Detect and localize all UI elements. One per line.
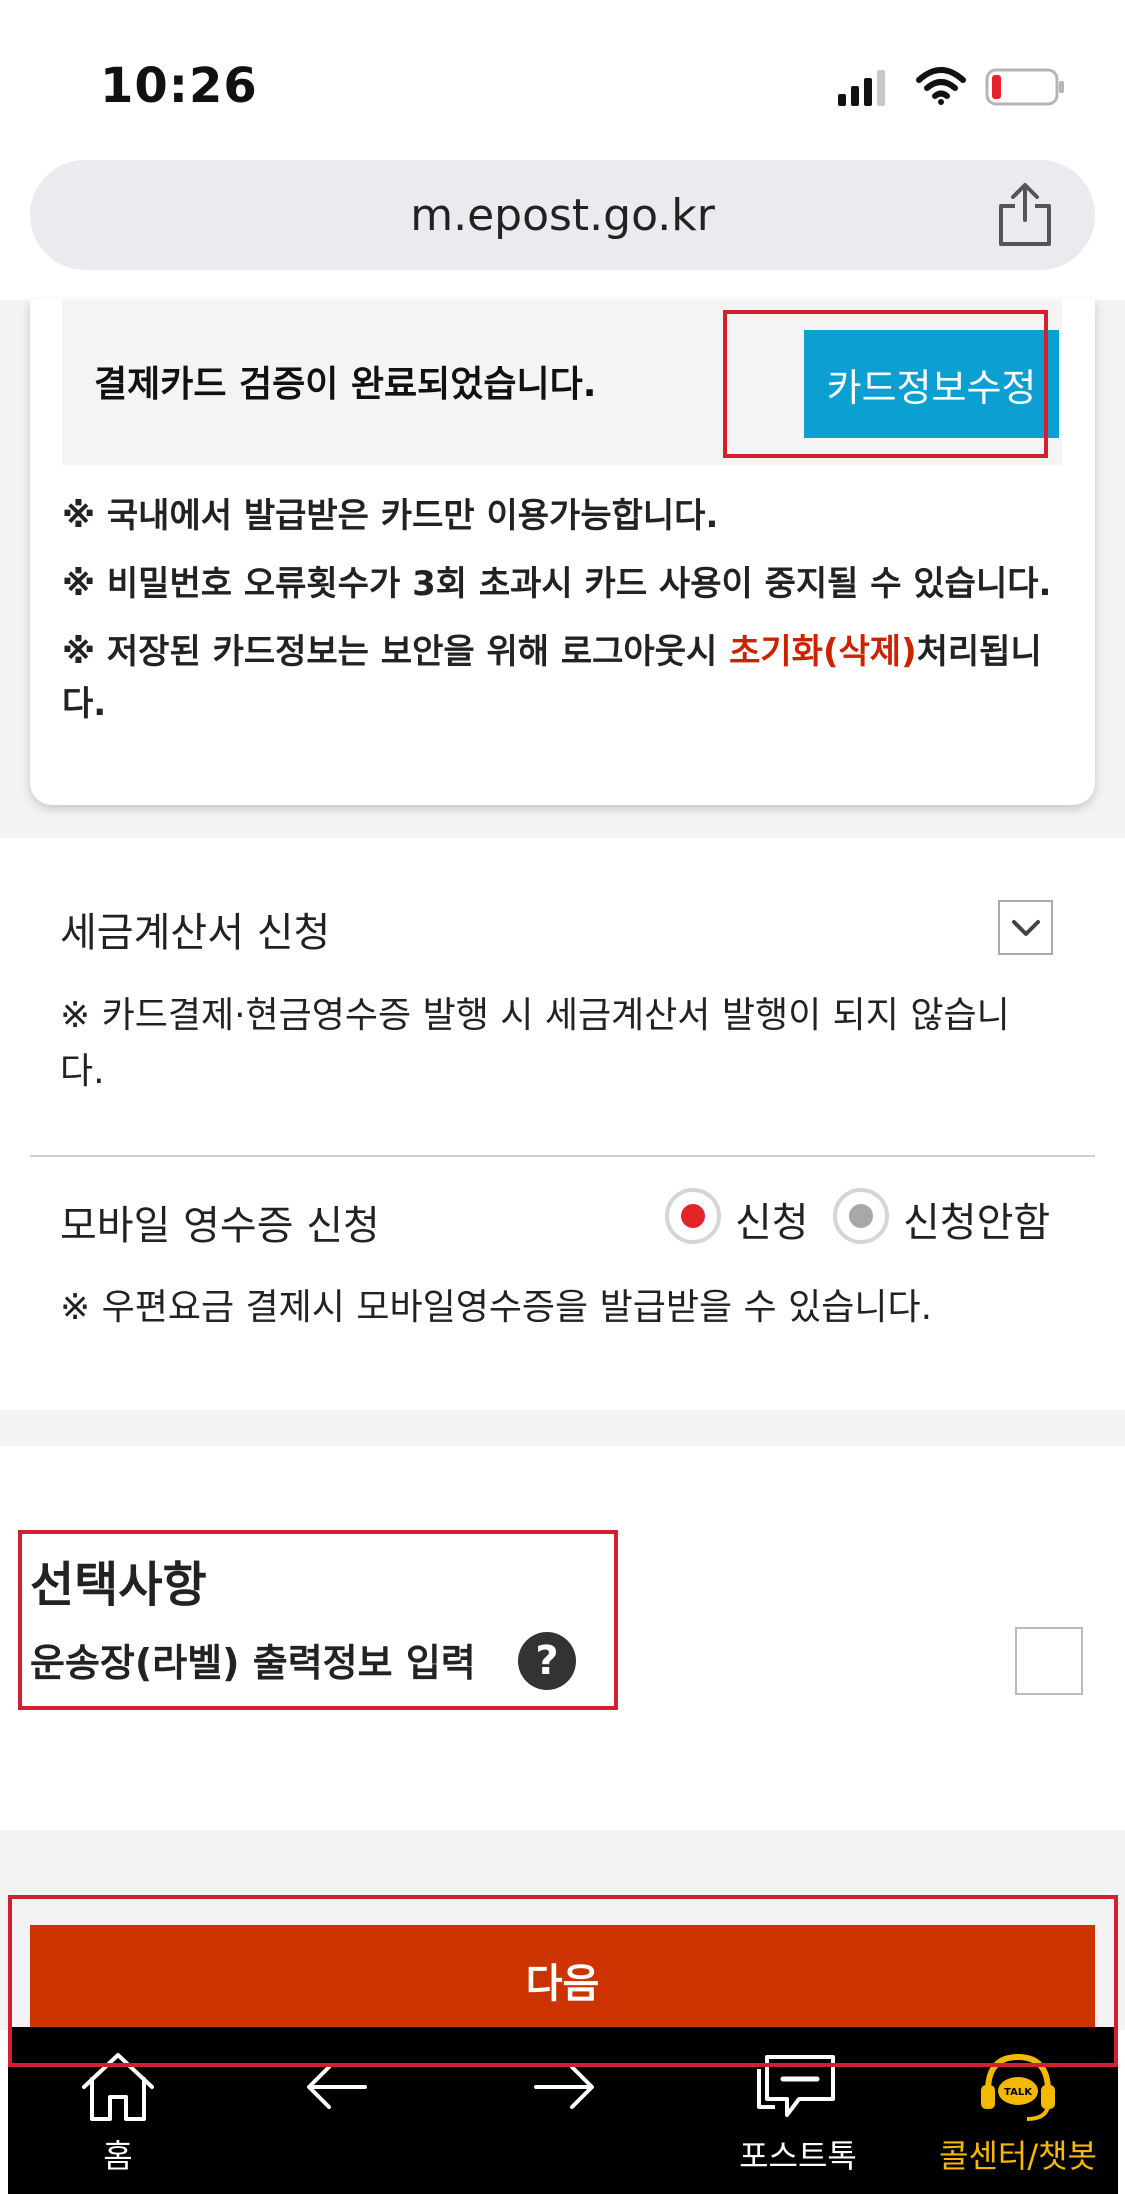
card-notes: ※ 국내에서 발급받은 카드만 이용가능합니다. ※ 비밀번호 오류횟수가 3회…	[62, 490, 1062, 746]
verification-message: 결제카드 검증이 완료되었습니다.	[94, 364, 597, 405]
label-info-checkbox[interactable]	[1015, 1627, 1083, 1695]
divider	[30, 1155, 1095, 1157]
tax-invoice-note: ※ 카드결제·현금영수증 발행 시 세금계산서 발행이 되지 않습니다.	[60, 995, 1010, 1092]
wifi-icon	[916, 67, 966, 105]
chevron-down-icon	[1011, 919, 1040, 936]
tax-invoice-title: 세금계산서 신청	[60, 910, 331, 956]
section-separator	[0, 1410, 1125, 1446]
radio-apply-label[interactable]: 신청	[735, 1190, 809, 1248]
radio-decline-label[interactable]: 신청안함	[903, 1190, 1050, 1248]
status-bar: 10:26	[0, 0, 1125, 150]
card-note-password: ※ 비밀번호 오류횟수가 3회 초과시 카드 사용이 중지될 수 있습니다.	[62, 564, 1052, 604]
mobile-receipt-title: 모바일 영수증 신청	[60, 1203, 380, 1249]
tax-invoice-dropdown[interactable]	[998, 900, 1053, 955]
address-bar[interactable]: m.epost.go.kr	[30, 160, 1095, 270]
nav-callcenter-label: 콜센터/챗봇	[939, 2137, 1097, 2175]
radio-apply-selected-dot	[681, 1204, 705, 1228]
nav-posttalk-label: 포스트톡	[739, 2137, 857, 2175]
card-note-logout: ※ 저장된 카드정보는 보안을 위해 로그아웃시 초기화(삭제)처리됩니다.	[62, 632, 1042, 724]
highlight-box-optional	[18, 1530, 618, 1710]
highlight-box-edit-card	[723, 310, 1048, 458]
url-text: m.epost.go.kr	[410, 190, 715, 241]
highlight-box-next	[8, 1895, 1118, 2067]
share-icon[interactable]	[995, 180, 1055, 250]
talk-badge-text: TALK	[1004, 2087, 1033, 2098]
reset-emphasis: 초기화(삭제)	[729, 632, 917, 672]
radio-decline[interactable]	[833, 1188, 889, 1244]
nav-home-label: 홈	[103, 2137, 133, 2175]
radio-decline-dot	[849, 1204, 873, 1228]
signal-icon	[838, 70, 885, 106]
radio-apply[interactable]	[665, 1188, 721, 1244]
battery-icon	[985, 68, 1064, 106]
status-time: 10:26	[100, 58, 258, 114]
mobile-receipt-note: ※ 우편요금 결제시 모바일영수증을 발급받을 수 있습니다.	[60, 1287, 933, 1328]
card-note-domestic: ※ 국내에서 발급받은 카드만 이용가능합니다.	[62, 496, 719, 536]
